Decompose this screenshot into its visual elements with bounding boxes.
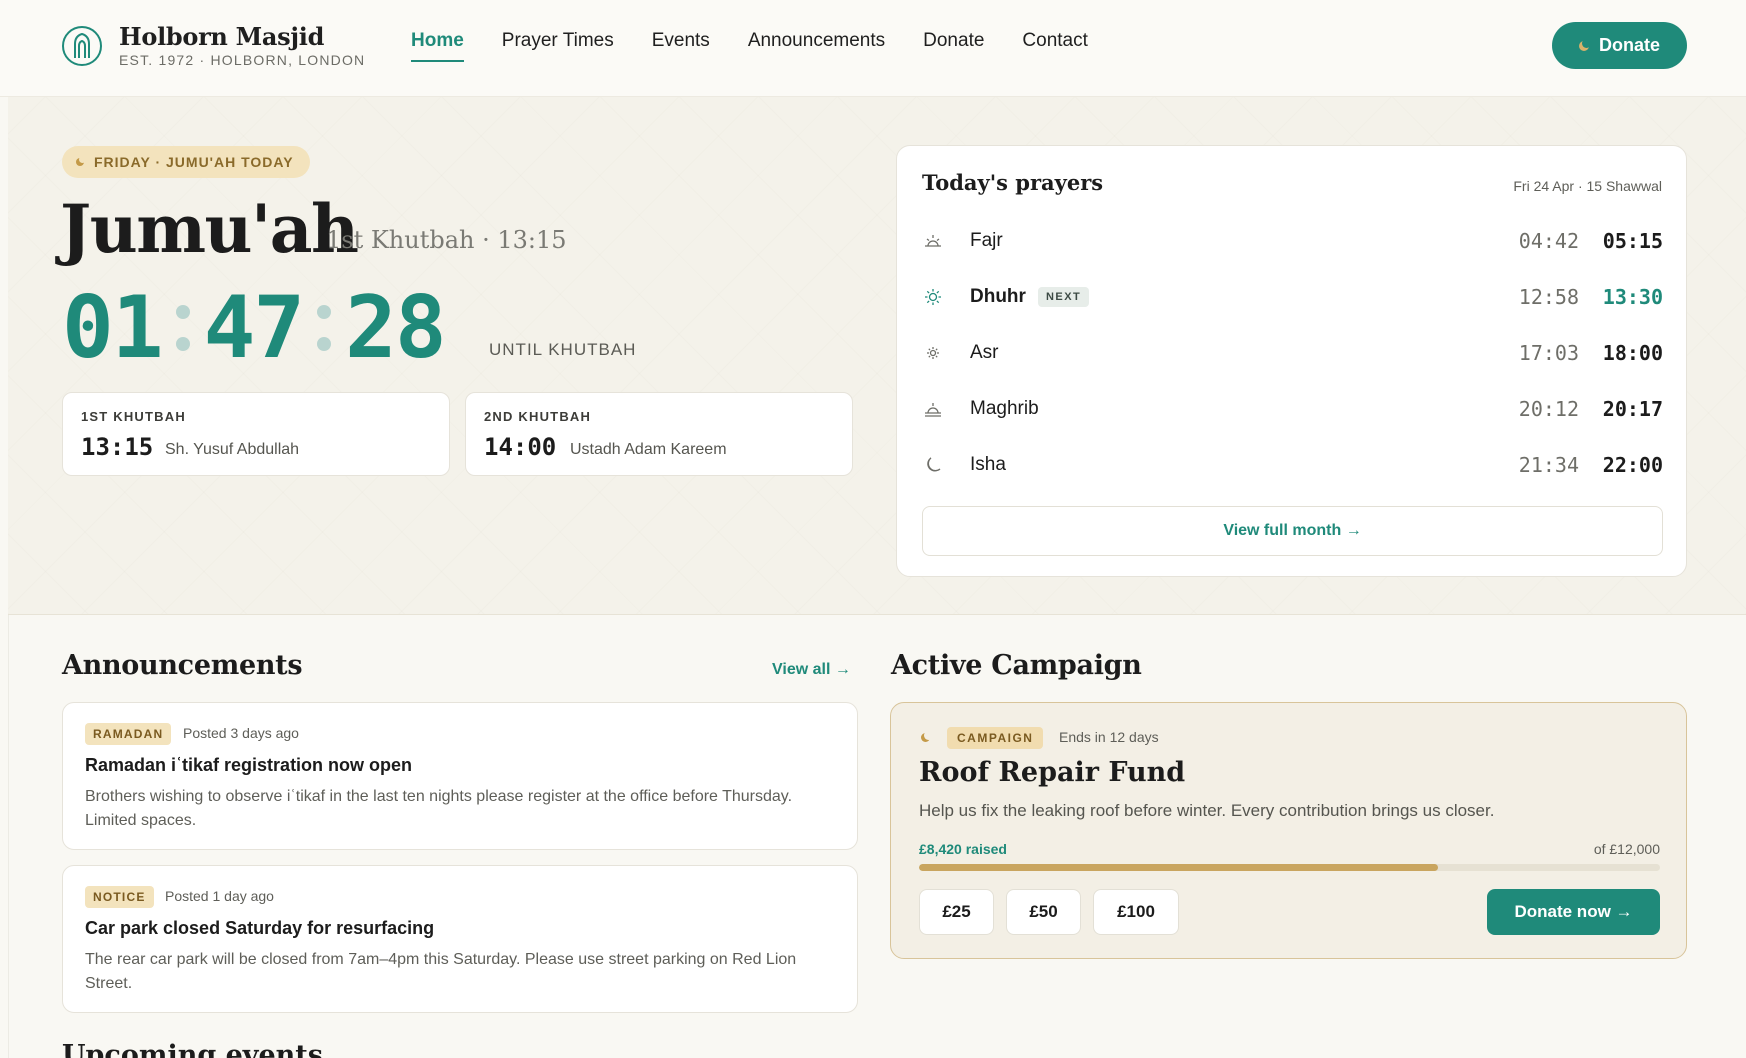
campaign-description: Help us fix the leaking roof before wint…	[919, 801, 1495, 820]
announcement-body: Brothers wishing to observe iʿtikaf in t…	[85, 788, 793, 829]
header-donate-button[interactable]: Donate	[1552, 22, 1687, 69]
campaign-ends: Ends in 12 days	[1059, 729, 1159, 745]
prayer-name: Asr	[970, 342, 999, 363]
until-khutbah-label: UNTIL KHUTBAH	[489, 340, 637, 359]
prayers-date: Fri 24 Apr · 15 Shawwal	[1513, 178, 1662, 194]
campaign-progress-fill	[919, 864, 1438, 871]
nav-home[interactable]: Home	[411, 30, 464, 62]
prayer-jamaah-time: 18:00	[1602, 341, 1663, 365]
crescent-icon	[1578, 40, 1589, 51]
prayer-begin-time: 17:03	[1518, 341, 1579, 365]
khutbah-label: 2ND KHUTBAH	[484, 409, 592, 424]
upcoming-events-title: Upcoming events	[62, 1040, 323, 1058]
announcement-card[interactable]: NOTICE Posted 1 day ago Car park closed …	[62, 865, 858, 1013]
prayer-row-asr: Asr 17:03 18:00	[922, 333, 1663, 373]
prayer-begin-time: 04:42	[1518, 229, 1579, 253]
countdown-seconds: 28	[345, 278, 447, 378]
prayer-name: Maghrib	[970, 398, 1039, 419]
crescent-icon	[921, 733, 930, 742]
active-campaign-title: Active Campaign	[891, 650, 1142, 681]
brand-tagline: EST. 1972 · HOLBORN, LONDON	[119, 52, 366, 68]
prayer-row-maghrib: Maghrib 20:12 20:17	[922, 389, 1663, 429]
crescent-icon	[76, 158, 84, 166]
main-nav: Home Prayer Times Events Announcements D…	[411, 30, 1088, 62]
prayer-name: Fajr	[970, 230, 1003, 251]
khutbah-time: 14:00	[484, 433, 557, 461]
view-all-link[interactable]: View all →	[772, 661, 851, 679]
nav-announcements[interactable]: Announcements	[748, 30, 885, 62]
nav-donate[interactable]: Donate	[923, 30, 984, 62]
amount-100-button[interactable]: £100	[1093, 889, 1179, 935]
prayer-jamaah-time: 20:17	[1602, 397, 1663, 421]
next-badge: NEXT	[1037, 287, 1090, 307]
friday-pill: FRIDAY · JUMU'AH TODAY	[62, 146, 310, 178]
jumuah-title: Jumu'ah	[60, 190, 359, 268]
prayer-jamaah-time: 13:30	[1602, 285, 1663, 309]
mosque-logo-icon[interactable]	[62, 26, 102, 66]
prayer-jamaah-time: 05:15	[1602, 229, 1663, 253]
prayer-name: Dhuhr	[970, 286, 1026, 307]
announcement-title[interactable]: Ramadan iʿtikaf registration now open	[85, 755, 412, 776]
campaign-title: Roof Repair Fund	[919, 757, 1186, 788]
countdown-minutes: 47	[203, 278, 306, 378]
announcement-posted: Posted 3 days ago	[183, 725, 299, 741]
campaign-tag: CAMPAIGN	[947, 727, 1044, 749]
campaign-progress-bar	[919, 864, 1660, 871]
prayer-row-fajr: Fajr 04:42 05:15	[922, 221, 1663, 261]
announcement-body: The rear car park will be closed from 7a…	[85, 951, 797, 992]
brand-name[interactable]: Holborn Masjid	[119, 22, 324, 51]
campaign-goal: of £12,000	[1593, 841, 1660, 857]
friday-pill-label: FRIDAY · JUMU'AH TODAY	[94, 154, 294, 170]
campaign-raised: £8,420 raised	[919, 841, 1007, 857]
moon-icon	[922, 454, 944, 476]
khutbah-time: 13:15	[81, 433, 154, 461]
prayers-title: Today's prayers	[922, 170, 1104, 195]
header-donate-label: Donate	[1598, 35, 1660, 55]
prayer-jamaah-time: 22:00	[1602, 453, 1663, 477]
sun-small-icon	[922, 342, 944, 364]
nav-events[interactable]: Events	[652, 30, 710, 62]
announcements-title: Announcements	[62, 650, 303, 681]
announcement-tag: RAMADAN	[85, 723, 172, 745]
campaign-card: CAMPAIGN Ends in 12 days Roof Repair Fun…	[890, 702, 1687, 959]
khutbah-imam: Ustadh Adam Kareem	[570, 441, 727, 458]
countdown-separator	[317, 305, 332, 351]
khutbah-card-2: 2ND KHUTBAH 14:00 Ustadh Adam Kareem	[465, 392, 853, 476]
countdown-timer: 01 47 28	[62, 278, 447, 378]
sun-icon	[922, 286, 944, 308]
announcement-posted: Posted 1 day ago	[165, 888, 274, 904]
announcement-card[interactable]: RAMADAN Posted 3 days ago Ramadan iʿtika…	[62, 702, 858, 850]
site-header: Holborn Masjid EST. 1972 · HOLBORN, LOND…	[0, 0, 1746, 97]
prayer-name: Isha	[970, 454, 1006, 475]
todays-prayers-card: Today's prayers Fri 24 Apr · 15 Shawwal …	[896, 145, 1687, 577]
khutbah-imam: Sh. Yusuf Abdullah	[165, 441, 300, 458]
sunrise-icon	[922, 230, 944, 252]
khutbah-card-1: 1ST KHUTBAH 13:15 Sh. Yusuf Abdullah	[62, 392, 450, 476]
announcement-tag: NOTICE	[85, 886, 154, 908]
announcement-title[interactable]: Car park closed Saturday for resurfacing	[85, 918, 434, 939]
prayer-begin-time: 12:58	[1518, 285, 1579, 309]
prayer-row-dhuhr: Dhuhr NEXT 12:58 13:30	[922, 277, 1663, 317]
khutbah-label: 1ST KHUTBAH	[81, 409, 186, 424]
nav-prayer-times[interactable]: Prayer Times	[502, 30, 614, 62]
jumuah-subtitle: 1st Khutbah · 13:15	[326, 226, 567, 254]
prayer-begin-time: 21:34	[1518, 453, 1579, 477]
amount-50-button[interactable]: £50	[1006, 889, 1081, 935]
view-full-month-button[interactable]: View full month →	[922, 506, 1663, 556]
donate-now-button[interactable]: Donate now →	[1487, 889, 1660, 935]
countdown-separator	[175, 305, 190, 351]
amount-25-button[interactable]: £25	[919, 889, 994, 935]
prayer-begin-time: 20:12	[1518, 397, 1579, 421]
nav-contact[interactable]: Contact	[1022, 30, 1087, 62]
prayer-row-isha: Isha 21:34 22:00	[922, 445, 1663, 485]
countdown-hours: 01	[62, 278, 164, 378]
sunset-icon	[922, 398, 944, 420]
